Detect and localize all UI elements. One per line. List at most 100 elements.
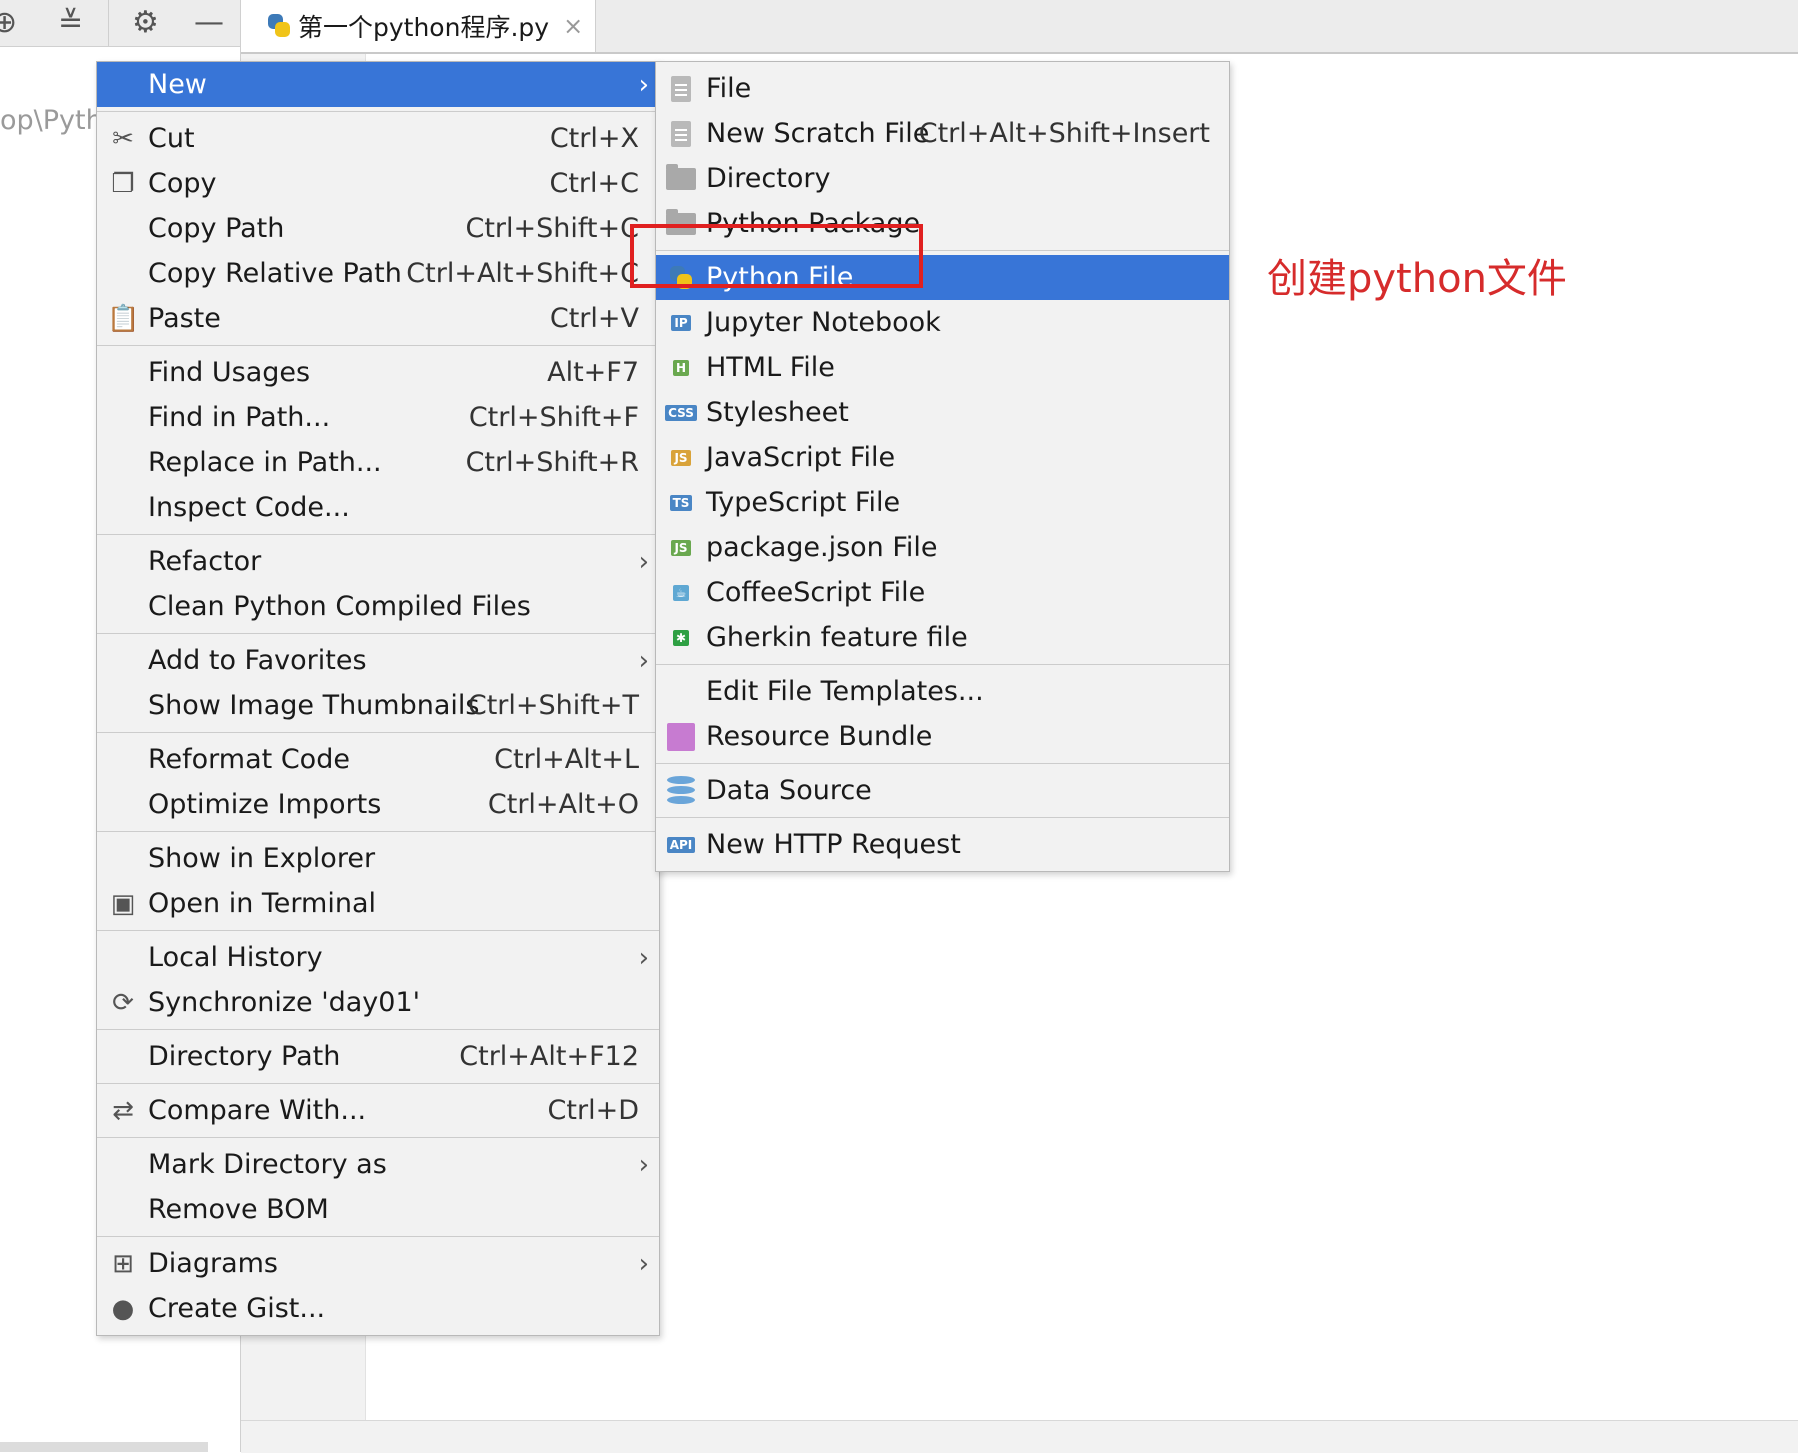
synchronize-day01-icon: ⟳ <box>112 987 134 1018</box>
submenu-item-data-source[interactable]: Data Source <box>656 768 1229 813</box>
tab-title: 第一个python程序.py <box>298 13 550 42</box>
gear-icon[interactable]: ⚙ <box>132 4 159 42</box>
menu-item-label: Copy <box>148 168 217 199</box>
submenu-item-coffeescript-file[interactable]: ☕ CoffeeScript File <box>656 570 1229 615</box>
menu-item-find-usages[interactable]: Find Usages Alt+F7 <box>97 350 659 395</box>
menu-item-label: Edit File Templates... <box>706 676 984 707</box>
menu-item-compare-with[interactable]: ⇄ Compare With... Ctrl+D <box>97 1088 659 1133</box>
menu-item-label: Refactor <box>148 546 262 577</box>
menu-item-label: Replace in Path... <box>148 447 382 478</box>
pane-scrollbar[interactable] <box>0 1442 208 1452</box>
submenu-item-jupyter-notebook[interactable]: IP Jupyter Notebook <box>656 300 1229 345</box>
toolbar: ⊕ ≚ ⚙ — <box>0 0 241 47</box>
menu-item-paste[interactable]: 📋 Paste Ctrl+V <box>97 296 659 341</box>
menu-item-show-in-explorer[interactable]: Show in Explorer <box>97 836 659 881</box>
menu-item-synchronize-day01[interactable]: ⟳ Synchronize 'day01' <box>97 980 659 1025</box>
typescript-file-icon: TS <box>665 487 697 519</box>
submenu-item-html-file[interactable]: H HTML File <box>656 345 1229 390</box>
menu-separator <box>97 1083 659 1084</box>
menu-item-shortcut: Ctrl+Alt+Shift+Insert <box>918 118 1210 149</box>
menu-item-cut[interactable]: ✂ Cut Ctrl+X <box>97 116 659 161</box>
submenu-item-file[interactable]: File <box>656 66 1229 111</box>
menu-item-optimize-imports[interactable]: Optimize Imports Ctrl+Alt+O <box>97 782 659 827</box>
submenu-item-javascript-file[interactable]: JS JavaScript File <box>656 435 1229 480</box>
menu-item-open-in-terminal[interactable]: ▣ Open in Terminal <box>97 881 659 926</box>
diagrams-icon: ⊞ <box>112 1248 134 1279</box>
menu-item-label: Cut <box>148 123 195 154</box>
menu-item-new[interactable]: New › <box>97 62 659 107</box>
submenu-item-new-scratch-file[interactable]: New Scratch File Ctrl+Alt+Shift+Insert <box>656 111 1229 156</box>
project-path: op\Pyth <box>0 105 103 136</box>
menu-item-add-to-favorites[interactable]: Add to Favorites › <box>97 638 659 683</box>
menu-item-reformat-code[interactable]: Reformat Code Ctrl+Alt+L <box>97 737 659 782</box>
menu-item-replace-in-path[interactable]: Replace in Path... Ctrl+Shift+R <box>97 440 659 485</box>
menu-item-shortcut: Ctrl+Alt+O <box>487 789 639 820</box>
menu-item-diagrams[interactable]: ⊞ Diagrams › <box>97 1241 659 1286</box>
menu-item-label: Add to Favorites <box>148 645 367 676</box>
menu-item-copy-path[interactable]: Copy Path Ctrl+Shift+C <box>97 206 659 251</box>
chevron-right-icon: › <box>638 942 649 973</box>
menu-item-remove-bom[interactable]: Remove BOM <box>97 1187 659 1232</box>
menu-separator <box>97 732 659 733</box>
package-json-file-icon: JS <box>665 532 697 564</box>
menu-item-label: Copy Relative Path <box>148 258 402 289</box>
menu-item-label: Open in Terminal <box>148 888 376 919</box>
menu-separator <box>656 817 1229 818</box>
menu-item-shortcut: Ctrl+Shift+C <box>465 213 639 244</box>
submenu-item-typescript-file[interactable]: TS TypeScript File <box>656 480 1229 525</box>
menu-item-show-image-thumbnails[interactable]: Show Image Thumbnails Ctrl+Shift+T <box>97 683 659 728</box>
minimize-icon[interactable]: — <box>194 4 224 42</box>
menu-separator <box>97 345 659 346</box>
menu-item-label: Jupyter Notebook <box>706 307 941 338</box>
menu-separator <box>656 664 1229 665</box>
menu-item-label: Inspect Code... <box>148 492 350 523</box>
submenu-item-resource-bundle[interactable]: Resource Bundle <box>656 714 1229 759</box>
menu-item-mark-directory-as[interactable]: Mark Directory as › <box>97 1142 659 1187</box>
menu-item-label: HTML File <box>706 352 835 383</box>
menu-item-copy[interactable]: ❐ Copy Ctrl+C <box>97 161 659 206</box>
menu-item-find-in-path[interactable]: Find in Path... Ctrl+Shift+F <box>97 395 659 440</box>
menu-item-label: Directory <box>706 163 831 194</box>
cut-icon: ✂ <box>112 123 134 154</box>
submenu-item-new-http-request[interactable]: API New HTTP Request <box>656 822 1229 867</box>
file-type-badge: IP <box>671 314 691 331</box>
menu-item-local-history[interactable]: Local History › <box>97 935 659 980</box>
menu-item-label: Gherkin feature file <box>706 622 968 653</box>
jupyter-notebook-icon: IP <box>665 307 697 339</box>
target-icon[interactable]: ⊕ <box>0 4 17 42</box>
gherkin-feature-file-icon: ✱ <box>665 622 697 654</box>
chevron-right-icon: › <box>638 546 649 577</box>
collapse-icon[interactable]: ≚ <box>58 4 83 42</box>
menu-item-clean-python-compiled-files[interactable]: Clean Python Compiled Files <box>97 584 659 629</box>
menu-item-refactor[interactable]: Refactor › <box>97 539 659 584</box>
submenu-item-directory[interactable]: Directory <box>656 156 1229 201</box>
open-in-terminal-icon: ▣ <box>110 888 136 919</box>
menu-item-label: Paste <box>148 303 221 334</box>
menu-item-label: Optimize Imports <box>148 789 382 820</box>
menu-item-shortcut: Ctrl+Alt+L <box>494 744 639 775</box>
menu-item-label: Show in Explorer <box>148 843 376 874</box>
html-file-icon: H <box>665 352 697 384</box>
menu-item-label: Copy Path <box>148 213 285 244</box>
menu-item-label: Mark Directory as <box>148 1149 387 1180</box>
file-type-badge: ☕ <box>672 584 690 601</box>
menu-separator <box>97 831 659 832</box>
menu-item-copy-relative-path[interactable]: Copy Relative Path Ctrl+Alt+Shift+C <box>97 251 659 296</box>
menu-item-shortcut: Ctrl+X <box>549 123 639 154</box>
chevron-right-icon: › <box>638 645 649 676</box>
file-type-badge: TS <box>669 494 693 511</box>
submenu-item-edit-file-templates[interactable]: Edit File Templates... <box>656 669 1229 714</box>
close-tab-icon[interactable]: × <box>563 12 583 40</box>
menu-separator <box>97 111 659 112</box>
coffeescript-file-icon: ☕ <box>665 577 697 609</box>
menu-item-inspect-code[interactable]: Inspect Code... <box>97 485 659 530</box>
editor-tab[interactable]: 第一个python程序.py × <box>241 0 596 52</box>
menu-item-shortcut: Ctrl+Shift+R <box>465 447 639 478</box>
menu-item-directory-path[interactable]: Directory Path Ctrl+Alt+F12 <box>97 1034 659 1079</box>
submenu-item-stylesheet[interactable]: CSS Stylesheet <box>656 390 1229 435</box>
menu-item-shortcut: Alt+F7 <box>547 357 639 388</box>
menu-item-create-gist[interactable]: ● Create Gist... <box>97 1286 659 1331</box>
status-bar <box>241 1420 1798 1453</box>
submenu-item-package-json-file[interactable]: JS package.json File <box>656 525 1229 570</box>
submenu-item-gherkin-feature-file[interactable]: ✱ Gherkin feature file <box>656 615 1229 660</box>
